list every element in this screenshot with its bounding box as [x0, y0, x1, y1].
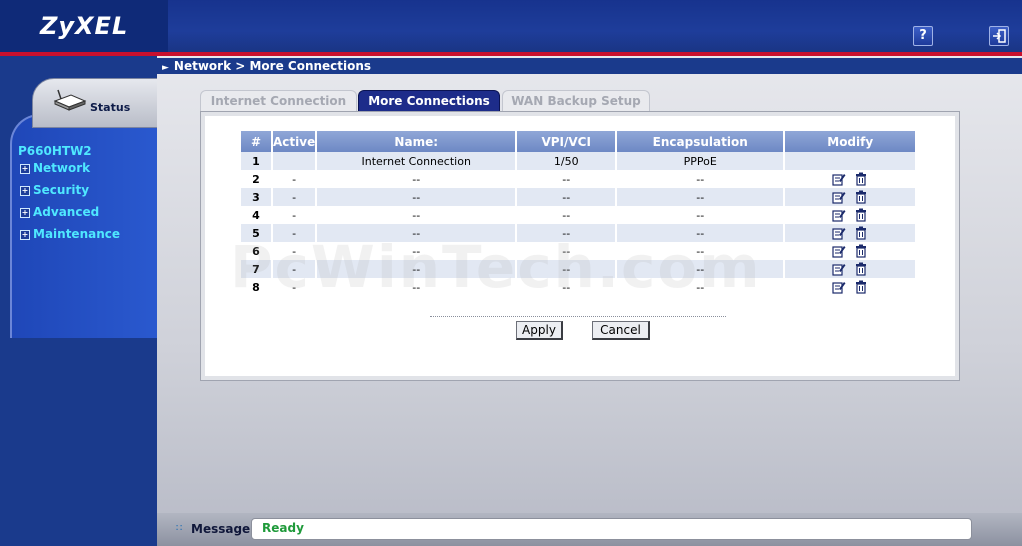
status-label: Status [90, 101, 131, 114]
cell-modify [784, 152, 916, 170]
expand-icon: + [20, 208, 30, 218]
table-row: 3- -- -- -- [241, 188, 916, 206]
cell-encapsulation: PPPoE [616, 152, 786, 170]
sidebar-item-network[interactable]: + Network [20, 161, 90, 175]
sidebar-item-security[interactable]: + Security [20, 183, 89, 197]
cell-modify [784, 260, 916, 278]
tab-internet-connection[interactable]: Internet Connection [200, 90, 357, 112]
cell-active: - [272, 188, 318, 206]
edit-icon[interactable] [832, 172, 846, 186]
edit-icon[interactable] [832, 280, 846, 294]
expand-icon: + [20, 186, 30, 196]
col-header-encapsulation: Encapsulation [616, 131, 786, 152]
trash-icon[interactable] [854, 190, 868, 204]
cell-number: 1 [241, 152, 273, 170]
zyxel-logo: ZyXEL [40, 12, 129, 40]
edit-icon[interactable] [832, 226, 846, 240]
cell-number: 3 [241, 188, 273, 206]
edit-icon[interactable] [832, 244, 846, 258]
tab-wan-backup-setup[interactable]: WAN Backup Setup [502, 90, 650, 112]
message-label: Message [191, 522, 251, 536]
trash-icon[interactable] [854, 172, 868, 186]
col-header-modify: Modify [784, 131, 916, 152]
divider [430, 316, 726, 317]
watermark: PcWinTech.com [230, 233, 762, 301]
col-header-vpivci: VPI/VCI [516, 131, 618, 152]
cell-modify [784, 242, 916, 260]
message-box [251, 518, 972, 540]
table-row: 4- -- -- -- [241, 206, 916, 224]
help-icon[interactable]: ? [913, 26, 933, 46]
cancel-button[interactable]: Cancel [592, 321, 650, 340]
cell-modify [784, 206, 916, 224]
edit-icon[interactable] [832, 262, 846, 276]
expand-icon: + [20, 164, 30, 174]
cell-encapsulation: -- [616, 206, 786, 224]
trash-icon[interactable] [854, 226, 868, 240]
cell-active: - [272, 206, 318, 224]
table-row: 1 Internet Connection 1/50 PPPoE [241, 152, 916, 170]
cell-encapsulation: -- [616, 170, 786, 188]
edit-icon[interactable] [832, 190, 846, 204]
cell-modify [784, 170, 916, 188]
arrow-icon: ► [162, 63, 169, 73]
message-icon: ∷ [176, 523, 183, 534]
sidebar-item-maintenance[interactable]: + Maintenance [20, 227, 120, 241]
cell-active: - [272, 170, 318, 188]
expand-icon: + [20, 230, 30, 240]
cell-number: 2 [241, 170, 273, 188]
cell-vpivci: -- [516, 170, 618, 188]
cell-name: Internet Connection [316, 152, 518, 170]
trash-icon[interactable] [854, 244, 868, 258]
message-text: Ready [262, 521, 304, 535]
cell-name: -- [316, 188, 518, 206]
cell-modify [784, 278, 916, 296]
cell-number: 4 [241, 206, 273, 224]
apply-button[interactable]: Apply [516, 321, 563, 340]
tab-more-connections[interactable]: More Connections [358, 90, 500, 112]
logout-icon[interactable] [989, 26, 1009, 46]
col-header-name: Name: [316, 131, 518, 152]
cell-encapsulation: -- [616, 188, 786, 206]
cell-name: -- [316, 206, 518, 224]
device-model: P660HTW2 [18, 144, 92, 158]
trash-icon[interactable] [854, 280, 868, 294]
cell-modify [784, 224, 916, 242]
table-row: 2- -- -- -- [241, 170, 916, 188]
cell-active [272, 152, 318, 170]
router-icon [53, 89, 87, 111]
table-header-row: # Active Name: VPI/VCI Encapsulation Mod… [241, 131, 916, 152]
trash-icon[interactable] [854, 208, 868, 222]
cell-vpivci: -- [516, 188, 618, 206]
sidebar-item-advanced[interactable]: + Advanced [20, 205, 99, 219]
cell-name: -- [316, 170, 518, 188]
edit-icon[interactable] [832, 208, 846, 222]
cell-modify [784, 188, 916, 206]
cell-vpivci: -- [516, 206, 618, 224]
breadcrumb: ► Network > More Connections [162, 59, 372, 73]
status-tab[interactable]: Status [32, 78, 159, 128]
col-header-active: Active [272, 131, 318, 152]
trash-icon[interactable] [854, 262, 868, 276]
col-header-number: # [241, 131, 273, 152]
cell-vpivci: 1/50 [516, 152, 618, 170]
